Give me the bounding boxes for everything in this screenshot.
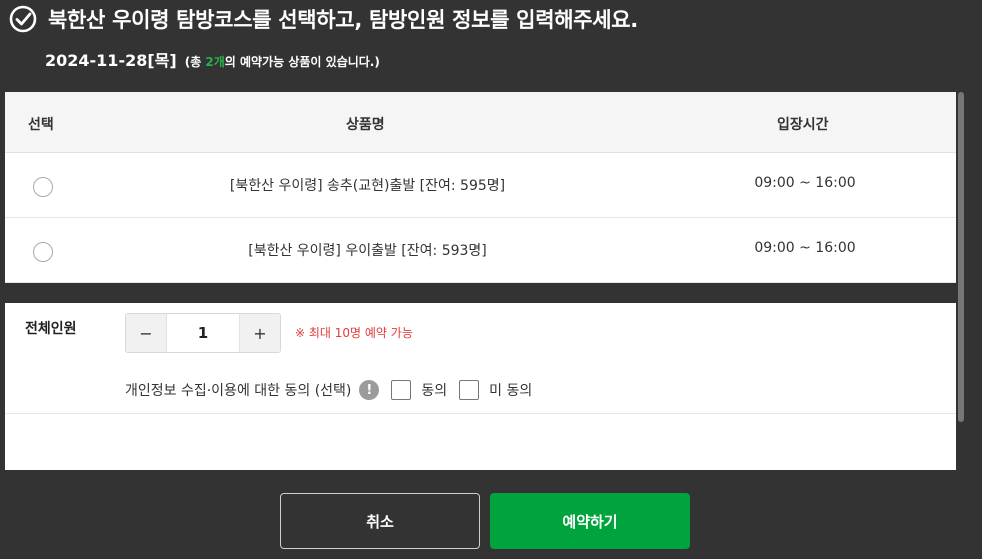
decrement-button[interactable]: − — [126, 314, 166, 352]
column-select: 선택 — [28, 117, 54, 133]
availability-summary: (총 2개의 예약가능 상품이 있습니다.) — [185, 53, 380, 70]
reserve-button[interactable]: 예약하기 — [490, 493, 690, 549]
agree-checkbox[interactable] — [391, 380, 412, 400]
limit-note: ※ 최대 10명 예약 가능 — [295, 326, 413, 340]
column-product-name: 상품명 — [346, 117, 385, 133]
check-circle-icon — [9, 5, 37, 33]
content-panel: 선택 상품명 입장시간 [북한산 우이령] 송추(교현)출발 [잔여: 595명… — [5, 92, 956, 470]
summary-suffix: 의 예약가능 상품이 있습니다.) — [224, 55, 380, 69]
summary-prefix: (총 — [184, 55, 206, 69]
increment-button[interactable]: + — [240, 314, 280, 352]
cancel-button[interactable]: 취소 — [280, 493, 480, 549]
radio-button[interactable] — [33, 177, 53, 197]
info-icon[interactable]: ! — [359, 380, 380, 400]
table-row[interactable]: [북한산 우이령] 송추(교현)출발 [잔여: 595명] 09:00 ~ 16… — [5, 153, 956, 218]
entry-time: 09:00 ~ 16:00 — [754, 240, 856, 256]
consent-label: 개인정보 수집·이용에 대한 동의 (선택) — [125, 383, 352, 399]
quantity-value[interactable]: 1 — [166, 314, 240, 352]
radio-button[interactable] — [33, 242, 53, 262]
consent-row: 개인정보 수집·이용에 대한 동의 (선택) ! 동의 미 동의 — [125, 380, 532, 400]
disagree-label[interactable]: 미 동의 — [489, 380, 532, 400]
available-count: 2개 — [205, 55, 225, 69]
modal-header: 북한산 우이령 탐방코스를 선택하고, 탐방인원 정보를 입력해주세요. 202… — [0, 0, 982, 92]
column-entry-time: 입장시간 — [777, 117, 829, 133]
people-label: 전체인원 — [25, 321, 77, 337]
table-header: 선택 상품명 입장시간 — [5, 92, 956, 153]
table-row[interactable]: [북한산 우이령] 우이출발 [잔여: 593명] 09:00 ~ 16:00 — [5, 218, 956, 283]
scrollbar[interactable] — [958, 92, 964, 422]
divider — [5, 413, 956, 414]
disagree-checkbox[interactable] — [459, 380, 480, 400]
date-row: 2024-11-28[목] (총 2개의 예약가능 상품이 있습니다.) — [45, 47, 380, 71]
quantity-stepper: − 1 + — [125, 313, 281, 353]
product-name: [북한산 우이령] 우이출발 [잔여: 593명] — [248, 243, 487, 259]
selected-date: 2024-11-28[목] — [45, 51, 177, 70]
product-name: [북한산 우이령] 송추(교현)출발 [잔여: 595명] — [229, 178, 506, 194]
title-row: 북한산 우이령 탐방코스를 선택하고, 탐방인원 정보를 입력해주세요. — [8, 4, 638, 34]
page-title: 북한산 우이령 탐방코스를 선택하고, 탐방인원 정보를 입력해주세요. — [48, 8, 638, 32]
agree-label[interactable]: 동의 — [421, 380, 447, 400]
section-divider — [5, 283, 956, 303]
entry-time: 09:00 ~ 16:00 — [754, 175, 856, 191]
